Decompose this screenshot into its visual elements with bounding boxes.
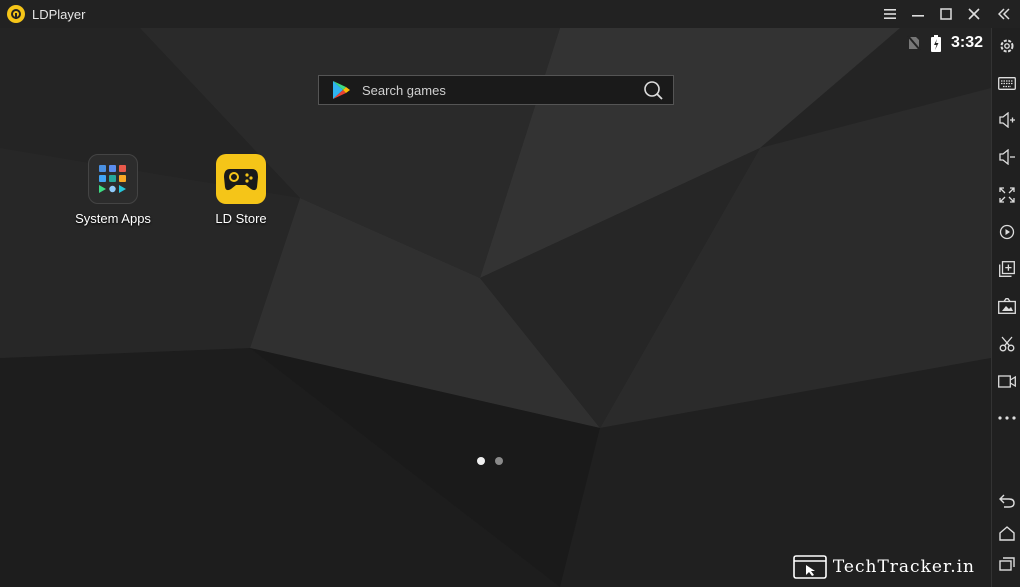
page-dot-1[interactable] xyxy=(477,457,485,465)
android-home-screen[interactable]: 3:32 Search games System Apps LD Store T… xyxy=(0,28,991,587)
home-icon[interactable] xyxy=(992,518,1020,548)
google-play-icon xyxy=(333,81,350,99)
video-icon[interactable] xyxy=(992,366,1020,396)
app-system-apps[interactable]: System Apps xyxy=(68,154,158,226)
scissors-icon[interactable] xyxy=(992,329,1020,359)
search-icon[interactable] xyxy=(643,80,663,100)
app-label-system-apps: System Apps xyxy=(75,211,151,226)
gamepad-icon[interactable] xyxy=(216,154,266,204)
battery-charging-icon xyxy=(930,34,941,52)
no-sim-icon xyxy=(907,35,921,51)
status-bar: 3:32 xyxy=(907,34,983,52)
volume-down-icon[interactable] xyxy=(992,142,1020,172)
window-title: LDPlayer xyxy=(32,6,86,22)
menu-icon[interactable] xyxy=(876,0,904,28)
fullscreen-icon[interactable] xyxy=(992,180,1020,210)
page-indicator xyxy=(477,457,503,465)
collapse-icon[interactable] xyxy=(988,0,1020,28)
add-app-icon[interactable] xyxy=(992,254,1020,284)
minimize-icon[interactable] xyxy=(904,0,932,28)
recents-icon[interactable] xyxy=(992,549,1020,579)
close-icon[interactable] xyxy=(960,0,988,28)
browser-cursor-icon xyxy=(793,555,827,579)
status-time: 3:32 xyxy=(950,34,983,51)
more-icon[interactable] xyxy=(992,403,1020,433)
back-icon[interactable] xyxy=(992,486,1020,516)
settings-icon[interactable] xyxy=(992,31,1020,61)
system-apps-folder-icon[interactable] xyxy=(88,154,138,204)
wallpaper xyxy=(0,28,991,587)
search-placeholder[interactable]: Search games xyxy=(362,83,643,98)
watermark-text: TechTracker.in xyxy=(832,557,975,577)
watermark: TechTracker.in xyxy=(793,555,975,579)
keyboard-icon[interactable] xyxy=(992,68,1020,98)
maximize-icon[interactable] xyxy=(932,0,960,28)
volume-up-icon[interactable] xyxy=(992,105,1020,135)
ldplayer-logo-icon xyxy=(7,5,25,23)
record-icon[interactable] xyxy=(992,217,1020,247)
app-ld-store[interactable]: LD Store xyxy=(196,154,286,226)
title-bar: LDPlayer xyxy=(0,0,1020,28)
page-dot-2[interactable] xyxy=(495,457,503,465)
screenshot-icon[interactable] xyxy=(992,291,1020,321)
right-toolbar xyxy=(991,28,1020,587)
search-bar[interactable]: Search games xyxy=(318,75,674,105)
app-label-ld-store: LD Store xyxy=(215,211,267,226)
